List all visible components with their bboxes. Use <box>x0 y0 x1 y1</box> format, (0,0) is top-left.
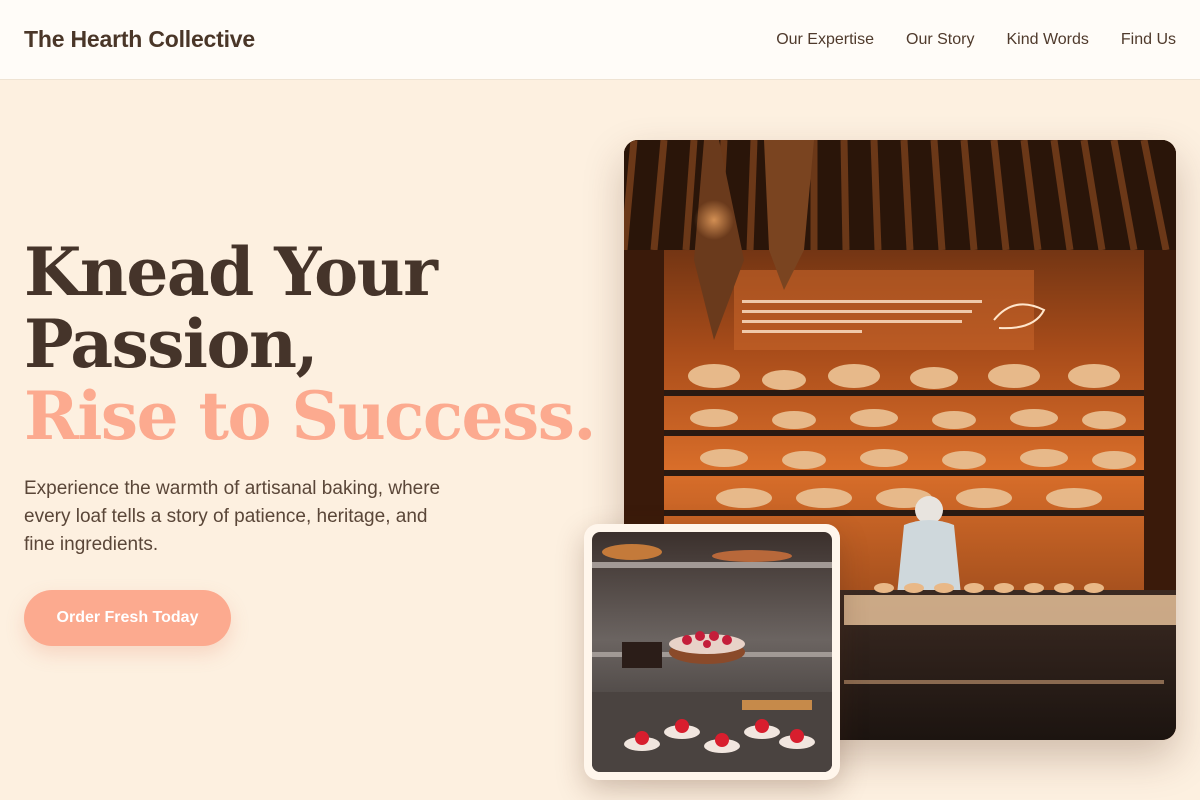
nav-link-our-expertise[interactable]: Our Expertise <box>776 31 874 49</box>
nav-link-our-story[interactable]: Our Story <box>906 31 974 49</box>
pastry-display-photo <box>584 524 840 780</box>
nav-link-kind-words[interactable]: Kind Words <box>1006 31 1088 49</box>
hero-title-line-1: Knead Your <box>24 233 438 311</box>
site-header: The Hearth Collective Our Expertise Our … <box>0 0 1200 80</box>
hero-title-line-2: Passion, <box>24 305 319 383</box>
order-fresh-button[interactable]: Order Fresh Today <box>24 590 231 646</box>
pastry-photo-image <box>592 532 832 772</box>
hero-title: Knead Your Passion, Rise to Success. <box>24 236 604 452</box>
brand-logo-text[interactable]: The Hearth Collective <box>24 26 255 53</box>
nav-link-find-us[interactable]: Find Us <box>1121 31 1176 49</box>
hero-title-accent: Rise to Success. <box>24 377 596 455</box>
main-nav: Our Expertise Our Story Kind Words Find … <box>776 31 1176 49</box>
hero-description: Experience the warmth of artisanal bakin… <box>24 478 441 555</box>
